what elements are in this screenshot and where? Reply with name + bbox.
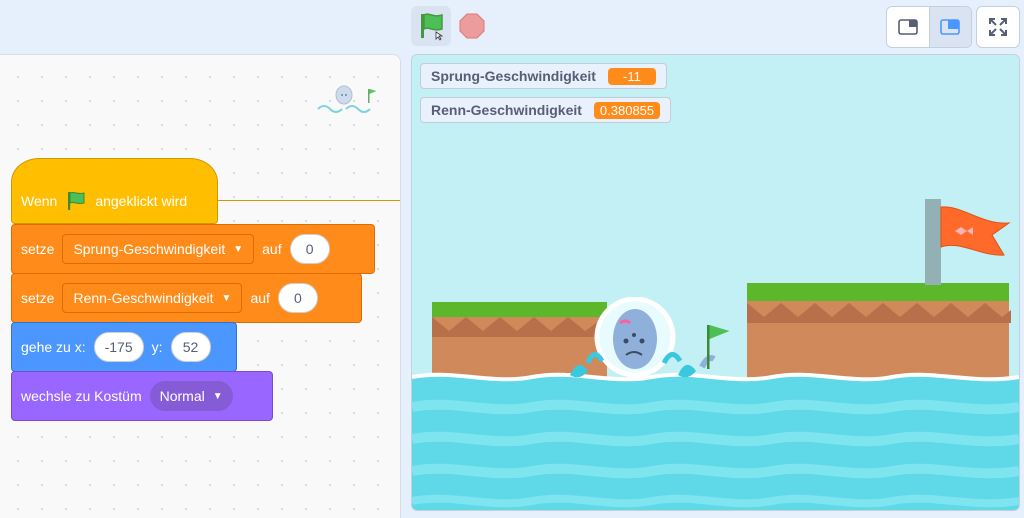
monitor-value: 0.380855 — [593, 101, 661, 119]
block-verb: setze — [21, 241, 55, 257]
stage-header — [0, 0, 1024, 54]
green-flag-icon — [68, 191, 85, 210]
caret-down-icon: ▼ — [212, 390, 223, 402]
caret-down-icon: ▼ — [233, 243, 244, 255]
stage-backdrop — [412, 55, 1019, 510]
normal-stage-icon — [940, 19, 961, 35]
block-verb: setze — [21, 290, 55, 306]
stage[interactable]: Sprung-Geschwindigkeit -11 Renn-Geschwin… — [411, 54, 1020, 511]
costume-dropdown[interactable]: Normal ▼ — [149, 381, 233, 411]
dropdown-value: Normal — [159, 388, 205, 404]
variable-monitor-jump-speed[interactable]: Sprung-Geschwindigkeit -11 — [420, 63, 667, 89]
set-jump-speed-block[interactable]: setze Sprung-Geschwindigkeit ▼ auf 0 — [11, 224, 375, 274]
value-input[interactable]: 0 — [277, 283, 318, 313]
stop-button[interactable] — [458, 12, 486, 40]
connection-line — [218, 200, 400, 201]
value-input[interactable]: 0 — [289, 234, 330, 264]
hat-label-after: angeklickt wird — [95, 193, 188, 209]
block-preposition: auf — [250, 290, 270, 306]
sprite-thumbnail-icon — [317, 85, 377, 113]
dropdown-value: Renn-Geschwindigkeit — [73, 290, 214, 306]
fullscreen-button[interactable] — [976, 6, 1020, 48]
green-flag-button[interactable] — [411, 6, 451, 46]
variable-dropdown[interactable]: Renn-Geschwindigkeit ▼ — [62, 283, 243, 313]
switch-costume-block[interactable]: wechsle zu Kostüm Normal ▼ — [11, 371, 273, 421]
dropdown-value: Sprung-Geschwindigkeit — [73, 241, 226, 257]
fullscreen-icon — [989, 18, 1007, 36]
variable-monitor-run-speed[interactable]: Renn-Geschwindigkeit 0.380855 — [420, 97, 672, 123]
normal-stage-button[interactable] — [928, 7, 971, 47]
small-stage-icon — [897, 19, 918, 35]
hat-label-before: Wenn — [21, 193, 58, 209]
caret-down-icon: ▼ — [221, 292, 232, 304]
green-flag-icon — [421, 13, 444, 41]
monitor-label: Sprung-Geschwindigkeit — [431, 68, 596, 84]
stop-icon — [459, 13, 485, 39]
variable-dropdown[interactable]: Sprung-Geschwindigkeit ▼ — [62, 234, 255, 264]
small-stage-button[interactable] — [887, 7, 929, 47]
set-run-speed-block[interactable]: setze Renn-Geschwindigkeit ▼ auf 0 — [11, 273, 362, 323]
character-sprite — [570, 297, 730, 378]
y-input[interactable]: 52 — [170, 332, 211, 362]
stage-size-toggle — [886, 6, 972, 48]
block-label-y: y: — [151, 339, 163, 355]
block-label-x: gehe zu x: — [21, 339, 86, 355]
x-input[interactable]: -175 — [93, 332, 144, 362]
monitor-label: Renn-Geschwindigkeit — [431, 102, 582, 118]
when-flag-clicked-block[interactable]: Wenn angeklickt wird — [11, 158, 218, 224]
block-label: wechsle zu Kostüm — [21, 388, 142, 404]
block-preposition: auf — [262, 241, 282, 257]
monitor-value: -11 — [607, 67, 656, 85]
go-to-xy-block[interactable]: gehe zu x: -175 y: 52 — [11, 322, 237, 372]
